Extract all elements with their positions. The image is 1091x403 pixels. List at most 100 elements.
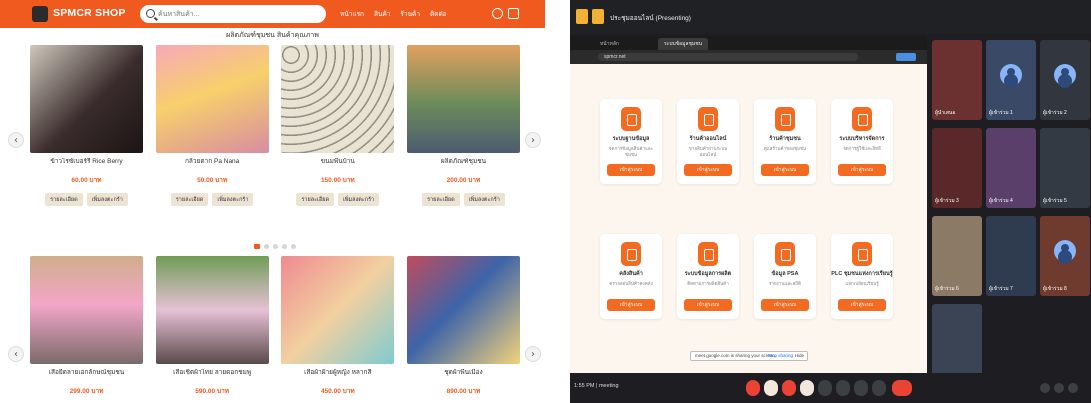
search-bar[interactable] [140, 5, 326, 23]
tile-button[interactable]: เข้าสู่ระบบ [838, 299, 886, 311]
add-to-cart-button[interactable]: เพิ่มลงตะกร้า [212, 193, 254, 206]
people-icon[interactable] [1054, 383, 1064, 393]
shop-logo-icon[interactable] [32, 6, 48, 22]
product-image[interactable] [155, 256, 269, 364]
product-name[interactable]: กล้วยตาก Pa Nana [156, 158, 269, 174]
end-call-icon[interactable] [892, 380, 912, 396]
product-name[interactable]: ข้าวไรซ์เบอร์รี่ Rice Berry [30, 158, 143, 174]
participant-tile[interactable]: ผู้เข้าร่วม 9 [932, 304, 982, 384]
app-icon[interactable] [576, 9, 588, 24]
cart-icon[interactable] [508, 8, 519, 19]
product-price: 890.00 บาท [446, 388, 481, 395]
details-button[interactable]: รายละเอียด [170, 193, 209, 206]
user-icon[interactable] [492, 8, 503, 19]
carousel-prev-icon[interactable]: ‹ [8, 346, 24, 362]
tile-button[interactable]: เข้าสู่ระบบ [684, 299, 732, 311]
dashboard-tile[interactable]: PLC ชุมชนแห่งการเรียนรู้ แลกเปลี่ยนเรียนร… [831, 234, 893, 319]
stop-sharing-button[interactable]: Stop sharing [768, 352, 793, 360]
carousel-next-icon[interactable]: › [525, 132, 541, 148]
nav-item[interactable]: ร้านค้า [400, 9, 420, 19]
presenting-icon[interactable] [592, 9, 604, 24]
product-name[interactable]: ผลิตภัณฑ์ชุมชน [407, 158, 520, 174]
product-card[interactable]: เสื้อเชิ้ตผ้าไทย ลายดอกชมพู 590.00 บาท [155, 256, 269, 396]
participant-tile[interactable]: ผู้นำเสนอ [932, 40, 982, 120]
browser-tab-active[interactable]: ระบบข้อมูลชุมชน [658, 38, 709, 50]
participant-tile[interactable]: ผู้เข้าร่วม 3 [932, 128, 982, 208]
product-image[interactable] [30, 45, 143, 153]
product-image[interactable] [406, 256, 520, 364]
shop-brand[interactable]: SPMCR SHOP [53, 7, 126, 19]
chat-icon[interactable] [1068, 383, 1078, 393]
search-input[interactable] [158, 8, 318, 20]
tile-button[interactable]: เข้าสู่ระบบ [607, 299, 655, 311]
nav-item[interactable]: ติดต่อ [430, 9, 447, 19]
carousel-dot-active[interactable] [254, 244, 260, 249]
mic-off-icon[interactable] [746, 380, 760, 396]
product-image[interactable] [155, 45, 269, 153]
search-icon[interactable] [146, 9, 155, 18]
product-image[interactable] [406, 45, 520, 153]
dashboard-tile[interactable]: ระบบฐานข้อมูล จัดการข้อมูลสินค้าและชุมชนเ… [600, 99, 662, 184]
product-card[interactable]: ชุดผ้าพื้นเมือง 890.00 บาท [406, 256, 520, 396]
tile-button[interactable]: เข้าสู่ระบบ [838, 164, 886, 176]
tile-button[interactable]: เข้าสู่ระบบ [761, 164, 809, 176]
details-button[interactable]: รายละเอียด [422, 193, 460, 206]
hide-button[interactable]: Hide [795, 352, 804, 360]
emoji-icon[interactable] [818, 380, 832, 396]
carousel-dot[interactable] [264, 244, 269, 249]
add-to-cart-button[interactable]: เพิ่มลงตะกร้า [86, 193, 128, 206]
participant-tile[interactable]: ผู้เข้าร่วม 4 [986, 128, 1036, 208]
product-image[interactable] [281, 45, 395, 153]
nav-item[interactable]: หน้าแรก [340, 9, 364, 19]
product-name[interactable]: ขนมพื้นบ้าน [281, 158, 394, 174]
product-name[interactable]: เสื้อเชิ้ตผ้าไทย ลายดอกชมพู [156, 369, 269, 385]
camera-off-icon[interactable] [782, 380, 796, 396]
carousel-dot[interactable] [291, 244, 296, 249]
carousel-dot[interactable] [282, 244, 287, 249]
participant-tile[interactable]: ผู้เข้าร่วม 2 [1040, 40, 1090, 120]
captions-icon[interactable] [800, 380, 814, 396]
participant-tile[interactable]: ผู้เข้าร่วม 5 [1040, 128, 1090, 208]
product-card[interactable]: ขนมพื้นบ้าน 150.00 บาท รายละเอียด เพิ่มลงตะ… [281, 45, 395, 206]
browser-tab[interactable]: หน้าหลัก [594, 38, 625, 50]
tile-button[interactable]: เข้าสู่ระบบ [684, 164, 732, 176]
present-icon[interactable] [836, 380, 850, 396]
dashboard-tile[interactable]: ข้อมูล PSA รายงานและสถิติ เข้าสู่ระบบ [754, 234, 816, 319]
product-card[interactable]: ผลิตภัณฑ์ชุมชน 200.00 บาท รายละเอียด เพิ่มล… [406, 45, 520, 206]
participant-tile[interactable]: ผู้เข้าร่วม 1 [986, 40, 1036, 120]
product-image[interactable] [281, 256, 395, 364]
dashboard-tile[interactable]: ระบบบริหารจัดการ จัดการผู้ใช้และสิทธิ์ เข้… [831, 99, 893, 184]
url-field[interactable]: spmcr.net [598, 53, 858, 61]
raise-hand-icon[interactable] [854, 380, 868, 396]
product-card[interactable]: กล้วยตาก Pa Nana 50.00 บาท รายละเอียด เพิ่ม… [155, 45, 269, 206]
dashboard-tile[interactable]: ร้านค้าออนไลน์ ขายสินค้าผ่านระบบออนไลน์ เข… [677, 99, 739, 184]
carousel-prev-icon[interactable]: ‹ [8, 132, 24, 148]
more-options-icon[interactable] [872, 380, 886, 396]
browser-action-button[interactable] [896, 53, 916, 61]
product-card[interactable]: เสื้อผ้าฝ้ายผู้หญิง หลากสี 450.00 บาท [281, 256, 395, 396]
details-button[interactable]: รายละเอียด [45, 193, 83, 206]
product-name[interactable]: ชุดผ้าพื้นเมือง [407, 369, 520, 385]
dashboard-tile[interactable]: คลังสินค้า ตรวจสอบสินค้าคงคลัง เข้าสู่ระบบ [600, 234, 662, 319]
tile-button[interactable]: เข้าสู่ระบบ [761, 299, 809, 311]
carousel-next-icon[interactable]: › [525, 346, 541, 362]
participant-tile[interactable]: ผู้เข้าร่วม 7 [986, 216, 1036, 296]
tile-icon [775, 242, 795, 266]
dashboard-tile[interactable]: ร้านค้าชุมชน ดูแลร้านค้าของชุมชน เข้าสู่ระ… [754, 99, 816, 184]
product-name[interactable]: เสื้อยืดลายเอกลักษณ์ชุมชน [30, 369, 143, 385]
dashboard-tile[interactable]: ระบบข้อมูลการผลิต ติดตามการผลิตสินค้า เข้า… [677, 234, 739, 319]
participant-tile[interactable]: ผู้เข้าร่วม 6 [932, 216, 982, 296]
product-name[interactable]: เสื้อผ้าฝ้ายผู้หญิง หลากสี [281, 369, 394, 385]
add-to-cart-button[interactable]: เพิ่มลงตะกร้า [338, 193, 380, 206]
add-to-cart-button[interactable]: เพิ่มลงตะกร้า [463, 193, 505, 206]
nav-item[interactable]: สินค้า [374, 9, 390, 19]
info-icon[interactable] [1040, 383, 1050, 393]
product-image[interactable] [30, 256, 143, 364]
camera-icon[interactable] [764, 380, 778, 396]
details-button[interactable]: รายละเอียด [296, 193, 335, 206]
tile-button[interactable]: เข้าสู่ระบบ [607, 164, 655, 176]
product-card[interactable]: ข้าวไรซ์เบอร์รี่ Rice Berry 60.00 บาท รายล… [30, 45, 143, 206]
product-card[interactable]: เสื้อยืดลายเอกลักษณ์ชุมชน 299.00 บาท [30, 256, 143, 396]
carousel-dot[interactable] [273, 244, 278, 249]
participant-tile[interactable]: ผู้เข้าร่วม 8 [1040, 216, 1090, 296]
